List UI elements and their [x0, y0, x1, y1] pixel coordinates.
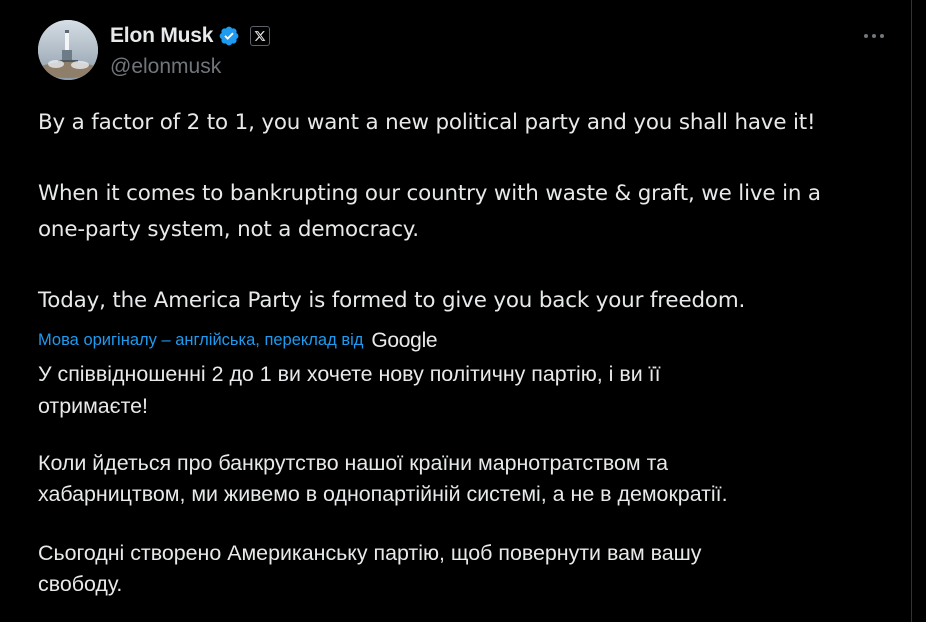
- translated-text-line: хабарництвом, ми живемо в однопартійній …: [38, 482, 728, 506]
- author-handle[interactable]: @elonmusk: [110, 55, 221, 79]
- tweet-text-line: By a factor of 2 to 1, you want a new po…: [38, 110, 816, 135]
- more-horizontal-icon[interactable]: [858, 24, 890, 48]
- translated-text-line: Сьогодні створено Американську партію, щ…: [38, 541, 702, 565]
- translated-text-line: свободу.: [38, 572, 123, 596]
- translated-text-line: У співвідношенні 2 до 1 ви хочете нову п…: [38, 362, 661, 386]
- translated-text-line: Коли йдеться про банкрутство нашої країн…: [38, 451, 669, 475]
- more-dot: [872, 34, 876, 38]
- rocket-launch-icon: [38, 20, 98, 80]
- more-dot: [880, 34, 884, 38]
- google-logo: Google: [371, 328, 438, 352]
- more-dot: [864, 34, 868, 38]
- x-logo-icon[interactable]: [250, 26, 271, 46]
- translated-text-line: отримаєте!: [38, 394, 148, 418]
- avatar[interactable]: [38, 20, 98, 80]
- tweet-text-line: one-party system, not a democracy.: [38, 217, 419, 242]
- verified-badge-icon[interactable]: [218, 25, 240, 47]
- tweet-text-line: Today, the America Party is formed to gi…: [38, 288, 746, 313]
- tweet-card: Elon Musk @elonmusk By a factor of 2 to …: [0, 0, 912, 622]
- tweet-text-line: When it comes to bankrupting our country…: [38, 181, 821, 206]
- author-name-row: Elon Musk: [110, 22, 271, 50]
- translation-notice-link[interactable]: Мова оригіналу – англійська, переклад ві…: [38, 331, 363, 350]
- translation-notice: Мова оригіналу – англійська, переклад ві…: [38, 327, 438, 353]
- author-display-name[interactable]: Elon Musk: [110, 24, 213, 48]
